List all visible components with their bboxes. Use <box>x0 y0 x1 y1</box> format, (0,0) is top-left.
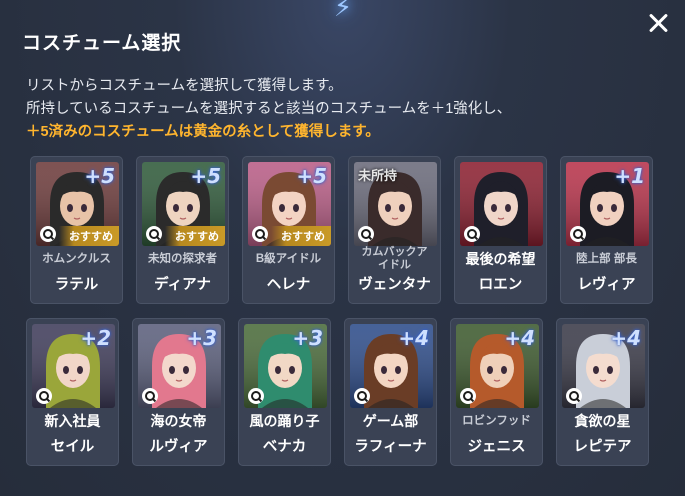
search-icon[interactable] <box>40 226 56 242</box>
search-icon[interactable] <box>570 226 586 242</box>
costume-card[interactable]: +1 陸上部 部長レヴィア <box>560 156 653 304</box>
costume-portrait <box>460 162 543 246</box>
costume-card[interactable]: +5 おすすめホムンクルスラテル <box>30 156 123 304</box>
costume-card[interactable]: +2 新入社員セイル <box>26 318 119 466</box>
costume-card[interactable]: +3 海の女帝ルヴィア <box>132 318 225 466</box>
costume-portrait: +4 <box>350 324 433 408</box>
description-line-1: リストからコスチュームを選択して獲得します。 <box>26 78 343 94</box>
enhance-level-badge: +2 <box>80 326 111 350</box>
costume-card[interactable]: +4 ロビンフッドジェニス <box>450 318 543 466</box>
recommend-badge: おすすめ <box>59 226 119 246</box>
costume-card[interactable]: 未所持カムバックアイドルヴェンタナ <box>348 156 441 304</box>
description: リストからコスチュームを選択して獲得します。 所持しているコスチュームを選択する… <box>26 75 511 144</box>
enhance-level-badge: +1 <box>614 164 645 188</box>
search-icon[interactable] <box>36 388 52 404</box>
enhance-level-badge: +4 <box>610 326 641 350</box>
description-line-3: ＋5済みのコスチュームは黄金の糸として獲得します。 <box>26 124 380 140</box>
search-icon[interactable] <box>464 226 480 242</box>
search-icon[interactable] <box>248 388 264 404</box>
character-name: ジェニス <box>467 439 526 455</box>
character-name: レピテア <box>573 439 632 455</box>
character-name: ラフィーナ <box>354 439 427 455</box>
character-name: ヴェンタナ <box>358 277 431 293</box>
costume-portrait: +3 <box>244 324 327 408</box>
modal-title: コスチューム選択 <box>22 33 182 54</box>
unowned-label: 未所持 <box>358 168 398 183</box>
search-icon[interactable] <box>146 226 162 242</box>
character-name: ロエン <box>478 277 523 293</box>
costume-portrait: +4 <box>562 324 645 408</box>
costume-subtitle: 海の女帝 <box>150 413 207 429</box>
costume-subtitle: ホムンクルス <box>42 253 111 265</box>
costume-subtitle: 未知の探求者 <box>148 253 217 265</box>
recommend-badge: おすすめ <box>165 226 225 246</box>
lightning-icon: ⚡ <box>333 0 353 22</box>
character-name: ヘレナ <box>266 277 311 293</box>
costume-portrait: 未所持 <box>354 162 437 246</box>
costume-subtitle: ロビンフッド <box>462 415 531 427</box>
costume-subtitle: 最後の希望 <box>465 251 536 267</box>
costume-portrait: +4 <box>456 324 539 408</box>
search-icon[interactable] <box>354 388 370 404</box>
enhance-level-badge: +5 <box>84 164 115 188</box>
costume-subtitle: 陸上部 部長 <box>576 253 637 265</box>
recommend-badge: おすすめ <box>271 226 331 246</box>
character-name: セイル <box>50 439 95 455</box>
search-icon[interactable] <box>142 388 158 404</box>
description-line-2: 所持しているコスチュームを選択すると該当のコスチュームを＋1強化し、 <box>26 101 512 117</box>
costume-card[interactable]: 最後の希望 ロエン <box>454 156 547 304</box>
costume-subtitle: 新入社員 <box>44 413 101 429</box>
costume-card[interactable]: +4 貪欲の星レピテア <box>556 318 649 466</box>
costume-portrait: +3 <box>138 324 221 408</box>
character-name: ラテル <box>54 277 99 293</box>
enhance-level-badge: +3 <box>292 326 323 350</box>
enhance-level-badge: +5 <box>296 164 327 188</box>
costume-portrait: +2 <box>32 324 115 408</box>
search-icon[interactable] <box>566 388 582 404</box>
search-icon[interactable] <box>460 388 476 404</box>
enhance-level-badge: +3 <box>186 326 217 350</box>
costume-card[interactable]: +4 ゲーム部ラフィーナ <box>344 318 437 466</box>
costume-card[interactable]: +5 おすすめ B級アイドルヘレナ <box>242 156 335 304</box>
close-button[interactable] <box>645 10 671 36</box>
costume-subtitle: ゲーム部 <box>362 413 419 429</box>
costume-subtitle: B級アイドル <box>255 253 322 265</box>
enhance-level-badge: +4 <box>504 326 535 350</box>
search-icon[interactable] <box>358 226 374 242</box>
search-icon[interactable] <box>252 226 268 242</box>
character-name: レヴィア <box>577 277 636 293</box>
character-name: ルヴィア <box>149 439 208 455</box>
enhance-level-badge: +4 <box>398 326 429 350</box>
costume-subtitle: 風の踊り子 <box>249 413 320 429</box>
costume-portrait: +5 おすすめ <box>36 162 119 246</box>
enhance-level-badge: +5 <box>190 164 221 188</box>
costume-card[interactable]: +5 おすすめ未知の探求者ディアナ <box>136 156 229 304</box>
costume-portrait: +5 おすすめ <box>142 162 225 246</box>
character-name: ディアナ <box>154 277 211 293</box>
costume-portrait: +5 おすすめ <box>248 162 331 246</box>
costume-subtitle: 貪欲の星 <box>574 413 631 429</box>
character-name: ベナカ <box>262 439 307 455</box>
costume-subtitle: カムバックアイドル <box>361 246 428 271</box>
costume-card[interactable]: +3 風の踊り子ベナカ <box>238 318 331 466</box>
costume-portrait: +1 <box>566 162 649 246</box>
